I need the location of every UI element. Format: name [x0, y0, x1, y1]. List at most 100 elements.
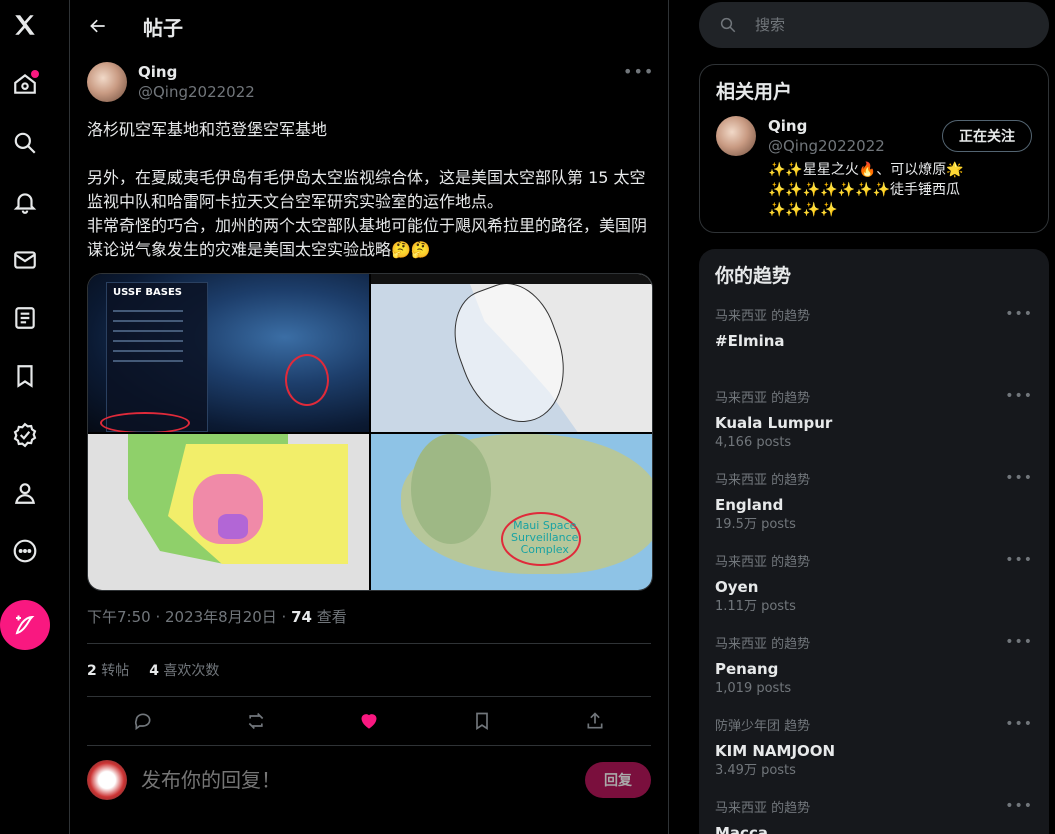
trends-title: 你的趋势	[715, 265, 792, 287]
reply-button[interactable]	[126, 704, 160, 738]
likes-stat[interactable]: 4 喜欢次数	[149, 660, 219, 680]
trend-item[interactable]: 马来西亚 的趋势 #Elmina •••	[699, 300, 1049, 382]
trend-count: 4,166 posts	[715, 435, 792, 450]
trends-card: 你的趋势 马来西亚 的趋势 #Elmina ••• 马来西亚 的趋势 Kuala Lum…	[699, 249, 1049, 834]
likes-count: 4	[149, 663, 159, 679]
more-circle-icon[interactable]	[8, 534, 42, 568]
search-bar[interactable]	[699, 2, 1049, 48]
trend-context: 马来西亚 的趋势	[715, 555, 811, 570]
red-circle-annotation	[285, 354, 329, 406]
more-options-button[interactable]: •••	[1005, 470, 1033, 486]
trend-count: 1,019 posts	[715, 681, 792, 696]
trend-count: 1.11万 posts	[715, 599, 796, 614]
more-options-button[interactable]: •••	[623, 62, 653, 82]
trend-context: 马来西亚 的趋势	[715, 473, 811, 488]
main-column: 帖子 Qing @Qing2022022 ••• 洛杉矶空军基地和范登堡空军基地…	[69, 0, 669, 834]
bookmark-button[interactable]	[465, 704, 499, 738]
home-icon[interactable]	[8, 67, 42, 101]
trend-name: Macca	[715, 824, 768, 834]
author-row: Qing @Qing2022022 •••	[87, 62, 653, 102]
share-button[interactable]	[578, 704, 612, 738]
heart-icon	[361, 714, 377, 729]
trend-name: Penang	[715, 660, 779, 678]
repost-icon	[248, 712, 264, 730]
bell-icon[interactable]	[8, 185, 42, 219]
post-actions	[87, 697, 651, 745]
reposts-count: 2	[87, 663, 97, 679]
author-handle[interactable]: @Qing2022022	[138, 82, 255, 102]
trend-context: 马来西亚 的趋势	[715, 391, 811, 406]
trend-name: England	[715, 496, 784, 514]
media-grid: USSF BASES Maui Space Surveillance Compl…	[87, 273, 653, 591]
profile-icon[interactable]	[8, 476, 42, 510]
repost-button[interactable]	[239, 704, 273, 738]
trend-context: 马来西亚 的趋势	[715, 309, 811, 324]
bookmark-icon	[475, 712, 488, 731]
mail-icon[interactable]	[8, 243, 42, 277]
bookmark-icon[interactable]	[8, 359, 42, 393]
comment-icon	[135, 713, 151, 731]
post-stats: 2 转帖 4 喜欢次数	[87, 644, 651, 696]
header: 帖子	[70, 0, 668, 52]
avatar	[87, 760, 127, 800]
feather-plus-icon	[15, 615, 35, 635]
more-options-button[interactable]: •••	[1005, 716, 1033, 732]
trend-name: #Elmina	[715, 332, 785, 350]
more-options-button[interactable]: •••	[1005, 634, 1033, 650]
back-button[interactable]	[80, 8, 116, 44]
more-options-button[interactable]: •••	[1005, 306, 1033, 322]
reply-submit-button[interactable]: 回复	[585, 762, 651, 798]
avatar[interactable]	[716, 116, 756, 156]
related-user[interactable]: Qing @Qing2022022 ✨✨星星之火🔥、可以燎原🌟✨✨✨✨✨✨✨徒手…	[700, 116, 1048, 232]
related-users-title: 相关用户	[716, 81, 793, 103]
author-name[interactable]: Qing	[138, 62, 255, 82]
trend-count: 19.5万 posts	[715, 517, 796, 532]
likes-label: 喜欢次数	[163, 663, 220, 679]
trend-name: KIM NAMJOON	[715, 742, 836, 760]
trend-item[interactable]: 马来西亚 的趋势 Kuala Lumpur 4,166 posts •••	[699, 382, 1049, 464]
verified-icon[interactable]	[8, 418, 42, 452]
media-image-3[interactable]	[88, 434, 369, 590]
trend-item[interactable]: 马来西亚 的趋势 Oyen 1.11万 posts •••	[699, 546, 1049, 628]
following-button[interactable]: 正在关注	[942, 120, 1032, 152]
trend-item[interactable]: 防弹少年团 趋势 KIM NAMJOON 3.49万 posts •••	[699, 710, 1049, 792]
trend-count: 3.49万 posts	[715, 763, 796, 778]
avatar[interactable]	[87, 62, 127, 102]
more-options-button[interactable]: •••	[1005, 552, 1033, 568]
right-sidebar: 相关用户 Qing @Qing2022022 ✨✨星星之火🔥、可以燎原🌟✨✨✨✨…	[699, 0, 1049, 834]
post-timestamp: 下午7:50 · 2023年8月20日 · 74 查看	[87, 607, 651, 627]
reply-input[interactable]	[141, 768, 585, 792]
lists-icon[interactable]	[8, 301, 42, 335]
trend-name: Oyen	[715, 578, 759, 596]
post: Qing @Qing2022022 ••• 洛杉矶空军基地和范登堡空军基地 另外…	[70, 62, 668, 746]
post-text: 洛杉矶空军基地和范登堡空军基地 另外，在夏威夷毛伊岛有毛伊岛太空监视综合体，这是…	[87, 120, 648, 259]
trend-item[interactable]: 马来西亚 的趋势 England 19.5万 posts •••	[699, 464, 1049, 546]
related-users-card: 相关用户 Qing @Qing2022022 ✨✨星星之火🔥、可以燎原🌟✨✨✨✨…	[699, 64, 1049, 233]
media-image-1[interactable]: USSF BASES	[88, 274, 369, 432]
reply-composer: 回复	[70, 746, 668, 814]
trend-context: 防弹少年团 趋势	[715, 719, 811, 734]
page-title: 帖子	[143, 15, 183, 40]
reposts-stat[interactable]: 2 转帖	[87, 660, 129, 680]
search-input[interactable]	[755, 16, 949, 34]
media-image-4[interactable]: Maui Space Surveillance Complex	[371, 434, 652, 590]
compose-post-button[interactable]	[0, 600, 50, 650]
media-image-2[interactable]	[371, 274, 652, 432]
trend-list: 马来西亚 的趋势 #Elmina ••• 马来西亚 的趋势 Kuala Lumpur 4,…	[699, 300, 1049, 834]
trend-context: 马来西亚 的趋势	[715, 801, 811, 816]
left-nav	[0, 0, 69, 834]
trend-context: 马来西亚 的趋势	[715, 637, 811, 652]
red-circle-annotation	[100, 412, 190, 432]
more-options-button[interactable]: •••	[1005, 798, 1033, 814]
views-count: 74	[291, 608, 312, 626]
related-user-bio: ✨✨星星之火🔥、可以燎原🌟✨✨✨✨✨✨✨徒手锤西瓜✨✨✨✨	[768, 162, 964, 218]
share-icon	[587, 712, 603, 729]
timestamp-text[interactable]: 下午7:50 · 2023年8月20日 ·	[87, 608, 291, 626]
trend-item[interactable]: 马来西亚 的趋势Macca6,713 posts•••	[699, 792, 1049, 834]
x-logo-icon[interactable]	[8, 8, 42, 42]
search-icon[interactable]	[8, 126, 42, 160]
like-button[interactable]	[352, 704, 386, 738]
trend-item[interactable]: 马来西亚 的趋势 Penang 1,019 posts •••	[699, 628, 1049, 710]
search-icon	[720, 17, 736, 33]
more-options-button[interactable]: •••	[1005, 388, 1033, 404]
